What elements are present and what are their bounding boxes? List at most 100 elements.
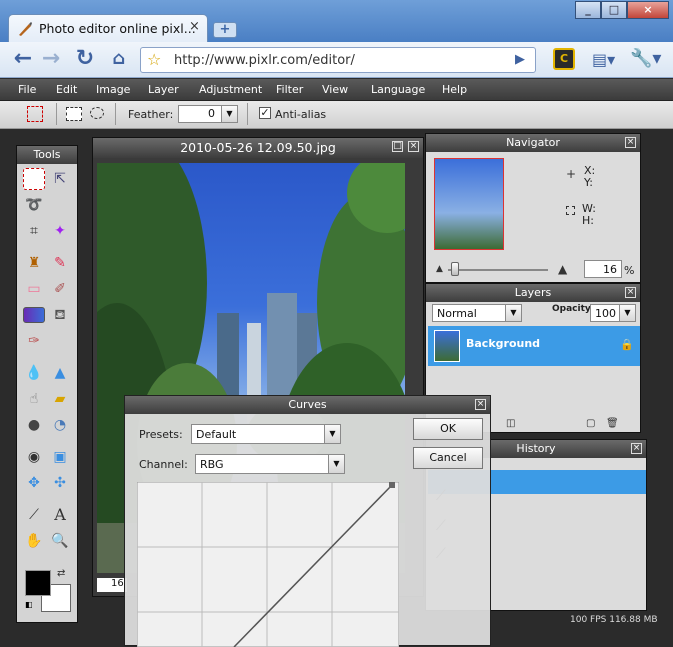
crop-tool-icon[interactable]: ⌗ bbox=[23, 220, 45, 242]
chevron-down-icon[interactable]: ▼ bbox=[324, 425, 340, 443]
antialias-label: Anti-alias bbox=[275, 108, 327, 121]
blur-tool-icon[interactable]: 💧 bbox=[23, 362, 45, 384]
chevron-down-icon[interactable]: ▼ bbox=[328, 455, 344, 473]
curves-dialog: Curves × Presets: Default ▼ Channel: RBG ▼ … bbox=[124, 395, 491, 647]
zoom-out-icon[interactable]: ▲ bbox=[436, 264, 443, 274]
default-colors-icon[interactable]: ◧ bbox=[25, 600, 33, 609]
chevron-down-icon[interactable]: ▼ bbox=[221, 106, 237, 122]
chevron-down-icon[interactable]: ▼ bbox=[619, 305, 635, 321]
menu-file[interactable]: File bbox=[18, 83, 36, 96]
rect-select-icon[interactable] bbox=[66, 107, 82, 121]
layers-title: Layers × bbox=[426, 284, 640, 302]
ok-button[interactable]: OK bbox=[413, 418, 483, 440]
gradient-tool-icon[interactable] bbox=[23, 307, 45, 323]
menu-view[interactable]: View bbox=[322, 83, 348, 96]
wrench-menu-icon[interactable]: 🔧▾ bbox=[630, 48, 661, 69]
ellipse-select-icon[interactable] bbox=[90, 107, 104, 119]
menu-help[interactable]: Help bbox=[442, 83, 467, 96]
reload-icon[interactable]: ↻ bbox=[72, 47, 98, 73]
maximize-doc-icon[interactable]: □ bbox=[392, 141, 403, 152]
feather-input[interactable]: 0 ▼ bbox=[178, 105, 238, 123]
blend-mode-select[interactable]: Normal ▼ bbox=[432, 304, 522, 322]
tab-close-icon[interactable]: × bbox=[189, 20, 203, 34]
minimize-button[interactable]: _ bbox=[575, 1, 601, 19]
navigator-thumbnail[interactable] bbox=[434, 158, 504, 250]
hand-tool-icon[interactable]: ✋ bbox=[23, 530, 45, 552]
presets-label: Presets: bbox=[139, 428, 183, 441]
zoom-readout[interactable]: 16 bbox=[97, 578, 127, 592]
layer-thumbnail bbox=[434, 330, 460, 362]
tool-options-bar: Feather: 0 ▼ ✓ Anti-alias bbox=[0, 101, 673, 129]
navigator-panel: Navigator × + X: Y: W: H: ▲ ▲ 16 % bbox=[425, 133, 641, 283]
layer-mask-icon[interactable]: ◫ bbox=[506, 418, 515, 429]
burn-tool-icon[interactable]: ◔ bbox=[49, 414, 71, 436]
brush-tool-icon[interactable]: ✐ bbox=[49, 278, 71, 300]
close-doc-icon[interactable]: × bbox=[408, 141, 419, 152]
chevron-down-icon[interactable]: ▼ bbox=[505, 305, 521, 321]
menu-edit[interactable]: Edit bbox=[56, 83, 77, 96]
spot-heal-icon[interactable]: ▣ bbox=[49, 446, 71, 468]
close-layers-icon[interactable]: × bbox=[625, 287, 636, 298]
dodge-tool-icon[interactable]: ● bbox=[23, 414, 45, 436]
page-menu-icon[interactable]: ▤▾ bbox=[592, 50, 615, 69]
home-icon[interactable]: ⌂ bbox=[106, 47, 132, 73]
browser-tab[interactable]: Photo editor online pixl... × bbox=[8, 14, 208, 44]
menu-image[interactable]: Image bbox=[96, 83, 130, 96]
zoom-slider-thumb[interactable] bbox=[451, 262, 459, 276]
new-tab-button[interactable]: + bbox=[213, 22, 237, 38]
zoom-tool-icon[interactable]: 🔍 bbox=[49, 530, 71, 552]
new-layer-icon[interactable]: ▢ bbox=[586, 418, 595, 429]
tools-panel-title: Tools bbox=[17, 146, 77, 164]
marquee-tool[interactable] bbox=[23, 168, 45, 190]
move-tool-icon[interactable]: ⇱ bbox=[49, 168, 71, 190]
paint-bucket-icon[interactable]: ⛾ bbox=[49, 304, 71, 326]
antialias-checkbox[interactable]: ✓ bbox=[259, 107, 271, 119]
zoom-slider-track[interactable] bbox=[448, 269, 548, 271]
bloat-tool-icon[interactable]: ✥ bbox=[23, 472, 45, 494]
zoom-in-icon[interactable]: ▲ bbox=[558, 262, 567, 276]
swap-colors-icon[interactable]: ⇄ bbox=[57, 568, 65, 579]
brush-icon bbox=[19, 22, 32, 36]
type-tool-icon[interactable]: A bbox=[49, 504, 71, 526]
menu-adjustment[interactable]: Adjustment bbox=[199, 83, 262, 96]
smudge-tool-icon[interactable]: ☝ bbox=[23, 388, 45, 410]
navigator-title: Navigator × bbox=[426, 134, 640, 152]
menu-layer[interactable]: Layer bbox=[148, 83, 179, 96]
sponge-tool-icon[interactable]: ▰ bbox=[49, 388, 71, 410]
zoom-percent-input[interactable]: 16 bbox=[584, 260, 622, 278]
pencil-tool-icon[interactable]: ✎ bbox=[49, 252, 71, 274]
forward-arrow-icon[interactable]: → bbox=[38, 47, 64, 73]
back-arrow-icon[interactable]: ← bbox=[10, 47, 36, 73]
foreground-color-swatch-top[interactable] bbox=[25, 570, 51, 596]
eraser-tool-icon[interactable]: ▭ bbox=[23, 278, 45, 300]
window-close-button[interactable]: × bbox=[627, 1, 669, 19]
close-navigator-icon[interactable]: × bbox=[625, 137, 636, 148]
cancel-button[interactable]: Cancel bbox=[413, 447, 483, 469]
eyedropper-tool-icon[interactable]: ⟋ bbox=[23, 504, 45, 526]
menu-filter[interactable]: Filter bbox=[276, 83, 303, 96]
opacity-input[interactable]: 100 ▼ bbox=[590, 304, 636, 322]
close-history-icon[interactable]: × bbox=[631, 443, 642, 454]
red-eye-tool-icon[interactable]: ◉ bbox=[23, 446, 45, 468]
menu-language[interactable]: Language bbox=[371, 83, 425, 96]
close-curves-icon[interactable]: × bbox=[475, 399, 486, 410]
color-replace-icon[interactable]: ✑ bbox=[23, 330, 45, 352]
star-icon[interactable]: ☆ bbox=[147, 50, 161, 69]
address-bar[interactable]: ☆ http://www.pixlr.com/editor/ ▶ bbox=[140, 47, 536, 73]
delete-layer-icon[interactable]: 🗑 bbox=[606, 418, 619, 429]
presets-select[interactable]: Default ▼ bbox=[191, 424, 341, 444]
sharpen-tool-icon[interactable]: ▲ bbox=[49, 362, 71, 384]
curves-graph[interactable] bbox=[137, 482, 399, 647]
maximize-button[interactable]: □ bbox=[601, 1, 627, 19]
pinch-tool-icon[interactable]: ✣ bbox=[49, 472, 71, 494]
magic-wand-icon[interactable]: ✦ bbox=[49, 220, 71, 242]
stamp-tool-icon[interactable]: ♜ bbox=[23, 252, 45, 274]
channel-select[interactable]: RBG ▼ bbox=[195, 454, 345, 474]
go-arrow-icon[interactable]: ▶ bbox=[515, 52, 525, 67]
opacity-label: Opacity: bbox=[552, 304, 595, 314]
blend-mode-value: Normal bbox=[437, 307, 477, 320]
lasso-tool-icon[interactable]: ➰ bbox=[23, 194, 45, 216]
layer-row[interactable]: Background 🔒 bbox=[428, 326, 640, 366]
separator bbox=[115, 103, 116, 125]
extension-icon[interactable]: C bbox=[553, 48, 575, 70]
